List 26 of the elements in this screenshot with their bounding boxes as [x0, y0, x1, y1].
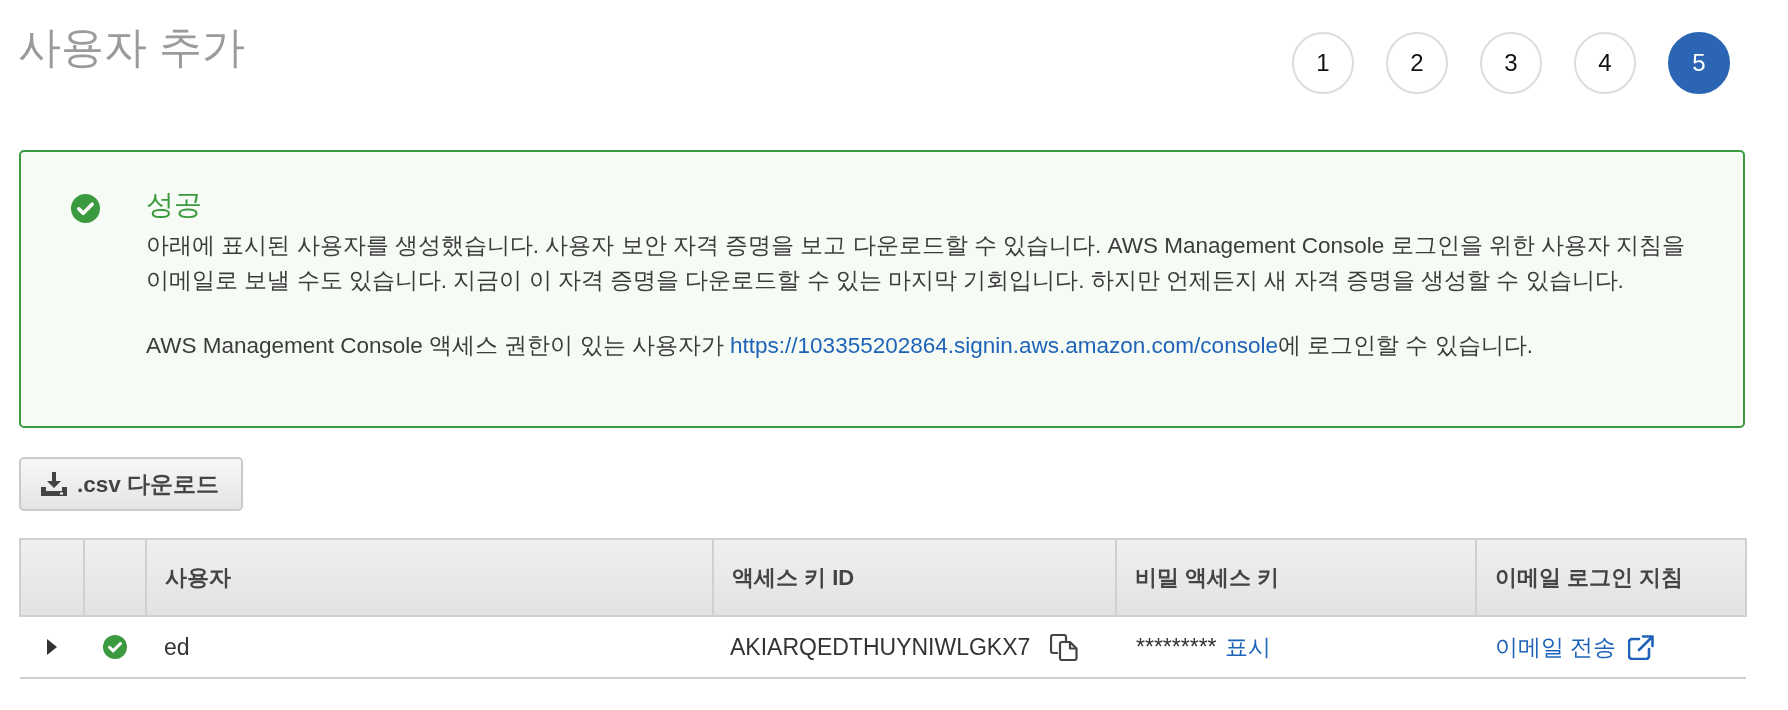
wizard-step: 1	[1292, 32, 1354, 94]
console-signin-link[interactable]: https://103355202864.signin.aws.amazon.com/console	[730, 333, 1278, 358]
page-title: 사용자 추가	[18, 22, 245, 73]
wizard-step: 2	[1386, 32, 1448, 94]
column-header: 이메일 로그인 지침	[1476, 539, 1746, 616]
wizard-step: 3	[1480, 32, 1542, 94]
check-circle-icon	[71, 194, 100, 223]
user-name-cell: ed	[146, 616, 713, 678]
column-header: 사용자	[146, 539, 713, 616]
alert-message: 아래에 표시된 사용자를 생성했습니다. 사용자 보안 자격 증명을 보고 다운로드할 수 있습니다. AWS Management Console 로그인을 위한 사용자 지침을 이메일로 보낼 수도 있습니다. 지금이 이 자격 증명을 다운로드할 수 있는 마지막 기회입니다. 하지만 언제든지 새 자격 증명을 생성할 수 있습니다.	[146, 232, 1687, 295]
column-header: 비밀 액세스 키	[1116, 539, 1476, 616]
column-header: 액세스 키 ID	[713, 539, 1116, 616]
alert-title: 성공	[146, 188, 203, 222]
access-key-id: AKIARQEDTHUYNIWLGKX7	[730, 633, 1031, 661]
caret-right-icon[interactable]	[47, 639, 57, 655]
download-icon	[41, 472, 67, 496]
external-link-icon	[1628, 634, 1655, 660]
show-secret-link[interactable]: 표시	[1224, 631, 1271, 663]
masked-secret-key: *********	[1136, 633, 1217, 661]
wizard-step: 5	[1668, 32, 1730, 94]
wizard-step: 4	[1574, 32, 1636, 94]
check-circle-icon	[103, 635, 127, 659]
download-csv-button[interactable]: .csv 다운로드	[19, 457, 244, 511]
send-email-link[interactable]: 이메일 전송	[1495, 631, 1655, 663]
console-access-note: AWS Management Console 액세스 권한이 있는 사용자가 https://103355202864.signin.aws.amazon.com/console에 로그인할 수 있습니다.	[146, 332, 1534, 360]
copy-icon[interactable]	[1050, 633, 1079, 661]
